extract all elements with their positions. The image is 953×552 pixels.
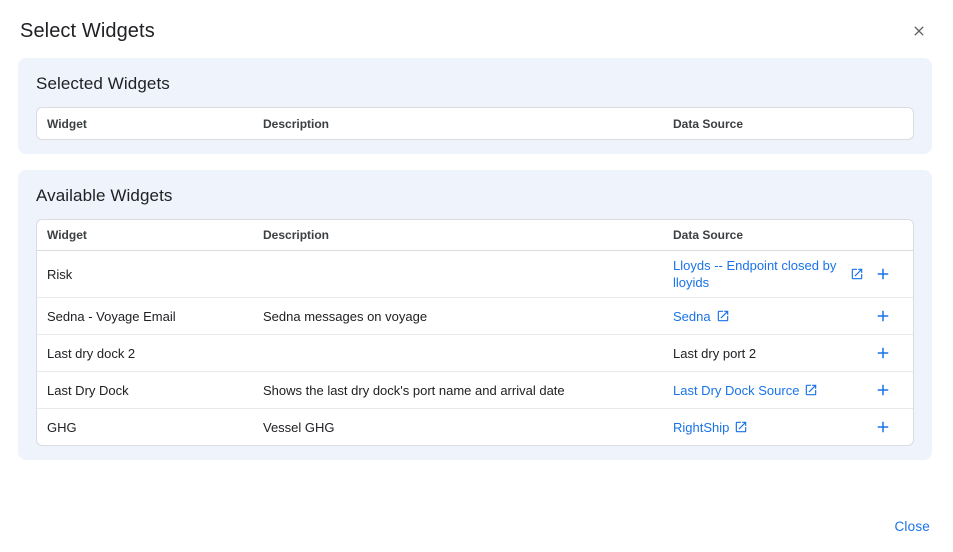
- description-cell: Vessel GHG: [253, 414, 663, 441]
- table-header-row: Widget Description Data Source: [37, 108, 913, 139]
- dialog-title: Select Widgets: [20, 20, 155, 43]
- open-in-new-icon[interactable]: [734, 420, 748, 434]
- add-widget-button[interactable]: [871, 262, 895, 286]
- column-header-description: Description: [253, 111, 663, 137]
- data-source-cell: Sedna: [663, 298, 913, 334]
- add-widget-button[interactable]: [871, 378, 895, 402]
- data-source-link[interactable]: Last Dry Dock Source: [673, 382, 799, 399]
- column-header-data-source: Data Source: [663, 222, 913, 248]
- data-source-cell: Lloyds -- Endpoint closed by lloyids: [663, 251, 913, 297]
- close-icon[interactable]: [907, 19, 931, 43]
- data-source-cell: Last Dry Dock Source: [663, 372, 913, 408]
- data-source-link[interactable]: Lloyds -- Endpoint closed by lloyids: [673, 257, 845, 291]
- plus-icon: [874, 265, 892, 283]
- x-close-glyph: [911, 23, 927, 39]
- data-source-link[interactable]: RightShip: [673, 419, 729, 436]
- table-row: Risk Lloyds -- Endpoint closed by lloyid…: [37, 251, 913, 298]
- widget-cell: GHG: [37, 414, 253, 441]
- description-cell: [253, 268, 663, 280]
- plus-icon: [874, 307, 892, 325]
- available-widgets-section: Available Widgets Widget Description Dat…: [18, 170, 932, 460]
- table-row: Last dry dock 2 Last dry port 2: [37, 335, 913, 372]
- description-cell: Sedna messages on voyage: [253, 303, 663, 330]
- data-source-cell: RightShip: [663, 409, 913, 445]
- available-widgets-table: Widget Description Data Source Risk Lloy…: [36, 219, 914, 446]
- available-widgets-heading: Available Widgets: [36, 186, 914, 206]
- column-header-description: Description: [253, 222, 663, 248]
- add-widget-button[interactable]: [871, 415, 895, 439]
- table-header-row: Widget Description Data Source: [37, 220, 913, 251]
- selected-widgets-table: Widget Description Data Source: [36, 107, 914, 140]
- description-cell: [253, 347, 663, 359]
- dialog-footer: Close: [894, 518, 930, 536]
- data-source-cell: Last dry port 2: [663, 335, 913, 371]
- table-row: Last Dry Dock Shows the last dry dock's …: [37, 372, 913, 409]
- column-header-widget: Widget: [37, 222, 253, 248]
- data-source-text: Last dry port 2: [673, 346, 756, 361]
- column-header-widget: Widget: [37, 111, 253, 137]
- widget-cell: Risk: [37, 261, 253, 288]
- selected-widgets-heading: Selected Widgets: [36, 74, 914, 94]
- widget-cell: Last Dry Dock: [37, 377, 253, 404]
- widget-cell: Last dry dock 2: [37, 340, 253, 367]
- open-in-new-icon[interactable]: [804, 383, 818, 397]
- add-widget-button[interactable]: [871, 341, 895, 365]
- column-header-data-source: Data Source: [663, 111, 913, 137]
- open-in-new-icon[interactable]: [716, 309, 730, 323]
- open-in-new-icon[interactable]: [850, 267, 864, 281]
- selected-widgets-section: Selected Widgets Widget Description Data…: [18, 58, 932, 154]
- table-row: Sedna - Voyage Email Sedna messages on v…: [37, 298, 913, 335]
- plus-icon: [874, 418, 892, 436]
- close-button[interactable]: Close: [894, 519, 930, 534]
- table-row: GHG Vessel GHG RightShip: [37, 409, 913, 445]
- dialog-header: Select Widgets: [0, 0, 953, 48]
- widget-cell: Sedna - Voyage Email: [37, 303, 253, 330]
- plus-icon: [874, 381, 892, 399]
- data-source-link[interactable]: Sedna: [673, 308, 711, 325]
- description-cell: Shows the last dry dock's port name and …: [253, 377, 663, 404]
- plus-icon: [874, 344, 892, 362]
- add-widget-button[interactable]: [871, 304, 895, 328]
